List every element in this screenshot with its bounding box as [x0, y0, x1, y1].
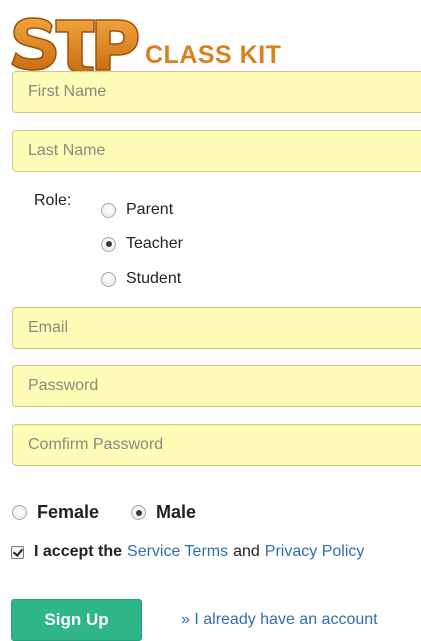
role-option-student[interactable]: Student: [101, 270, 181, 288]
radio-student[interactable]: [101, 271, 116, 287]
first-name-input[interactable]: [12, 71, 421, 113]
signup-page: CLASS KIT Role: Parent Teacher Student F…: [0, 0, 421, 641]
accept-terms-checkbox[interactable]: [11, 545, 24, 559]
terms-and-text: and: [233, 543, 260, 560]
radio-teacher[interactable]: [101, 236, 116, 252]
stp-class-kit-logo: CLASS KIT: [10, 12, 310, 73]
role-label: Role:: [34, 192, 72, 209]
role-option-parent[interactable]: Parent: [101, 201, 173, 219]
gender-option-label: Male: [156, 502, 197, 522]
confirm-password-input[interactable]: [12, 424, 421, 466]
sign-up-button[interactable]: Sign Up: [11, 599, 142, 641]
radio-parent[interactable]: [101, 202, 116, 218]
role-option-label: Student: [126, 270, 182, 287]
logo-text: CLASS KIT: [145, 41, 282, 69]
email-input[interactable]: [12, 307, 421, 349]
terms-prefix: I accept the: [34, 543, 123, 560]
have-account-link[interactable]: » I already have an account: [181, 611, 378, 629]
radio-male[interactable]: [131, 505, 146, 520]
terms-acceptance: I accept the Service Terms and Privacy P…: [11, 543, 364, 561]
password-input[interactable]: [12, 365, 421, 407]
gender-option-female[interactable]: Female: [12, 502, 99, 523]
role-option-label: Teacher: [126, 235, 183, 252]
service-terms-link[interactable]: Service Terms: [127, 543, 228, 561]
stp-logo-mark: [11, 17, 139, 73]
privacy-policy-link[interactable]: Privacy Policy: [265, 543, 365, 561]
role-option-teacher[interactable]: Teacher: [101, 235, 183, 253]
gender-option-label: Female: [37, 502, 100, 522]
last-name-input[interactable]: [12, 130, 421, 172]
role-option-label: Parent: [126, 201, 174, 218]
gender-option-male[interactable]: Male: [131, 502, 196, 523]
radio-female[interactable]: [12, 505, 27, 520]
